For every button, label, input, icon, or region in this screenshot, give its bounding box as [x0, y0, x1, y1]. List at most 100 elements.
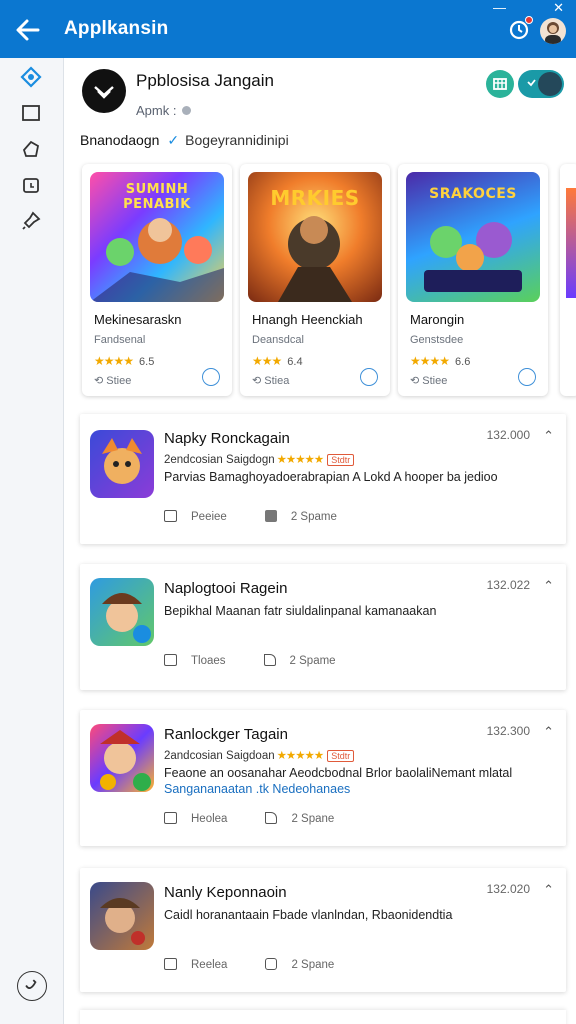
game-art-title: SUMINH PENABIK — [123, 182, 191, 212]
list-item-partial[interactable] — [80, 1010, 566, 1024]
shares-text: 2 Spane — [291, 813, 335, 825]
notification-dot — [525, 16, 533, 24]
likes-text: Reelea — [191, 959, 228, 971]
shares-text: 2 Spane — [291, 959, 335, 971]
close-window-button[interactable]: ✕ — [553, 1, 564, 14]
game-description-link[interactable]: Sangananaatan .tk Nedeohanaes — [164, 782, 350, 796]
game-description: Caidl horanantaain Fbade vlanlndan, Rbao… — [164, 908, 453, 922]
main-content: Ppblosisa Jangain Apmk : Bnanodaogn ✓ Boge… — [64, 58, 576, 1024]
shares-text: 2 Spame — [290, 511, 337, 523]
rating-stars: ★★★★★ — [276, 750, 325, 762]
list-item[interactable]: Naplogtooi Ragein 132.022 ⌃ Bepikhal Maa… — [80, 564, 566, 690]
list-item[interactable]: Nanly Keponnaoin 132.020 ⌃ Caidl horanan… — [80, 868, 566, 992]
game-description: Feaone an oosanahar Aeodcbodnal Brlor ba… — [164, 766, 513, 780]
game-thumbnail — [90, 882, 154, 950]
status-badge: Stdtr — [327, 454, 355, 466]
game-title: Nanly Keponnaoin — [164, 884, 287, 901]
game-title: Napky Ronckagain — [164, 430, 290, 447]
game-thumbnail — [90, 578, 154, 646]
rating-stars: ★★★★ — [410, 354, 450, 368]
back-arrow-icon[interactable] — [14, 17, 42, 43]
side-rail — [0, 58, 64, 1024]
calendar-icon[interactable] — [20, 174, 42, 196]
comment-icon[interactable] — [265, 958, 278, 970]
game-rating: ★★★★ 6.5 — [94, 354, 154, 368]
section-subtitle: Bogeyrannidinipi — [185, 132, 289, 148]
tag-icon[interactable] — [20, 138, 42, 160]
shares-text: 2 Spame — [289, 655, 336, 667]
meta-text: 2andcosian Saigdoan — [164, 750, 275, 762]
chevron-up-icon[interactable]: ⌃ — [543, 578, 554, 594]
featured-card-partial[interactable] — [560, 164, 576, 396]
notification-icon[interactable] — [508, 16, 533, 41]
page-title: Applkansin — [64, 18, 169, 39]
featured-card[interactable]: MRKIES Hnangh Heenckiah Deansdcal ★★★ 6.4… — [240, 164, 390, 396]
app-meta-text: Apmk : — [136, 103, 177, 118]
comment-icon[interactable] — [264, 510, 277, 522]
thumb-icon[interactable] — [265, 812, 278, 824]
game-meta: 2endcosian Saigdogn ★★★★★ Stdtr — [164, 452, 355, 466]
user-avatar[interactable] — [540, 18, 566, 44]
download-circle-icon[interactable] — [202, 368, 220, 386]
game-thumbnail — [90, 430, 154, 498]
downloads-text: Stiee — [422, 375, 448, 387]
game-title: Naplogtooi Ragein — [164, 580, 288, 597]
app-bar: Applkansin — ✕ — [0, 0, 576, 58]
minimize-button[interactable]: — — [493, 1, 506, 14]
status-dot-icon — [182, 106, 192, 115]
game-count: 132.022 — [486, 578, 530, 592]
game-name: Mekinesaraskn — [94, 312, 182, 327]
game-meta: 2andcosian Saigdoan ★★★★★ Stdtr — [164, 748, 355, 762]
game-actions: Heolea 2 Spane — [164, 812, 334, 825]
game-art-image: SUMINH PENABIK — [90, 172, 224, 302]
like-icon[interactable] — [164, 510, 177, 522]
store-button[interactable] — [486, 70, 514, 98]
game-actions: Reelea 2 Spane — [164, 958, 334, 971]
game-rating: ★★★★ 6.6 — [410, 354, 470, 368]
section-header: Bnanodaogn ✓ Bogeyrannidinipi — [80, 132, 289, 149]
pin-icon[interactable] — [20, 210, 42, 232]
game-rating: ★★★ 6.4 — [252, 354, 303, 368]
like-icon[interactable] — [164, 812, 177, 824]
like-icon[interactable] — [164, 958, 177, 970]
downloads-text: Stiea — [264, 375, 290, 387]
download-circle-icon[interactable] — [360, 368, 378, 386]
featured-card[interactable]: SRAKOCES Marongin Genstsdee ★★★★ 6.6 ⟲ St… — [398, 164, 548, 396]
chevron-up-icon[interactable]: ⌃ — [543, 428, 554, 444]
game-thumbnail — [90, 724, 154, 792]
game-count: 132.300 — [486, 724, 530, 738]
likes-text: Peeiee — [191, 511, 227, 523]
game-downloads: ⟲ Stiee — [410, 375, 448, 387]
meta-text: 2endcosian Saigdogn — [164, 454, 275, 466]
home-diamond-icon[interactable] — [20, 66, 42, 88]
window-icon[interactable] — [20, 102, 42, 124]
list-item[interactable]: Ranlockger Tagain 132.300 ⌃ 2andcosian S… — [80, 710, 566, 846]
game-description: Bepikhal Maanan fatr siuldalinpanal kama… — [164, 604, 437, 618]
theme-toggle[interactable] — [518, 70, 564, 98]
assistant-icon[interactable] — [17, 971, 47, 1001]
game-downloads: ⟲ Stiea — [252, 375, 290, 387]
game-art-image — [566, 188, 576, 298]
section-title: Bnanodaogn — [80, 132, 160, 148]
rating-stars: ★★★★ — [94, 354, 134, 368]
game-name: Hnangh Heenckiah — [252, 312, 363, 327]
game-art-title: MRKIES — [270, 186, 360, 210]
download-circle-icon[interactable] — [518, 368, 536, 386]
game-count: 132.020 — [486, 882, 530, 896]
app-meta: Apmk : — [136, 103, 192, 118]
list-item[interactable]: Napky Ronckagain 132.000 ⌃ 2endcosian Sa… — [80, 414, 566, 544]
chevron-up-icon[interactable]: ⌃ — [543, 724, 554, 740]
like-icon[interactable] — [164, 654, 177, 666]
featured-card[interactable]: SUMINH PENABIK Mekinesaraskn Fandsenal ★… — [82, 164, 232, 396]
rating-value: 6.4 — [287, 356, 303, 368]
game-title: Ranlockger Tagain — [164, 726, 288, 743]
chevron-up-icon[interactable]: ⌃ — [543, 882, 554, 898]
home-icon[interactable] — [263, 654, 276, 666]
downloads-text: Stiee — [106, 375, 132, 387]
game-art-title: SRAKOCES — [429, 186, 517, 202]
game-art-image: MRKIES — [248, 172, 382, 302]
likes-text: Tloaes — [191, 655, 226, 667]
game-actions: Tloaes 2 Spame — [164, 654, 336, 667]
likes-text: Heolea — [191, 813, 228, 825]
app-logo — [82, 69, 126, 113]
